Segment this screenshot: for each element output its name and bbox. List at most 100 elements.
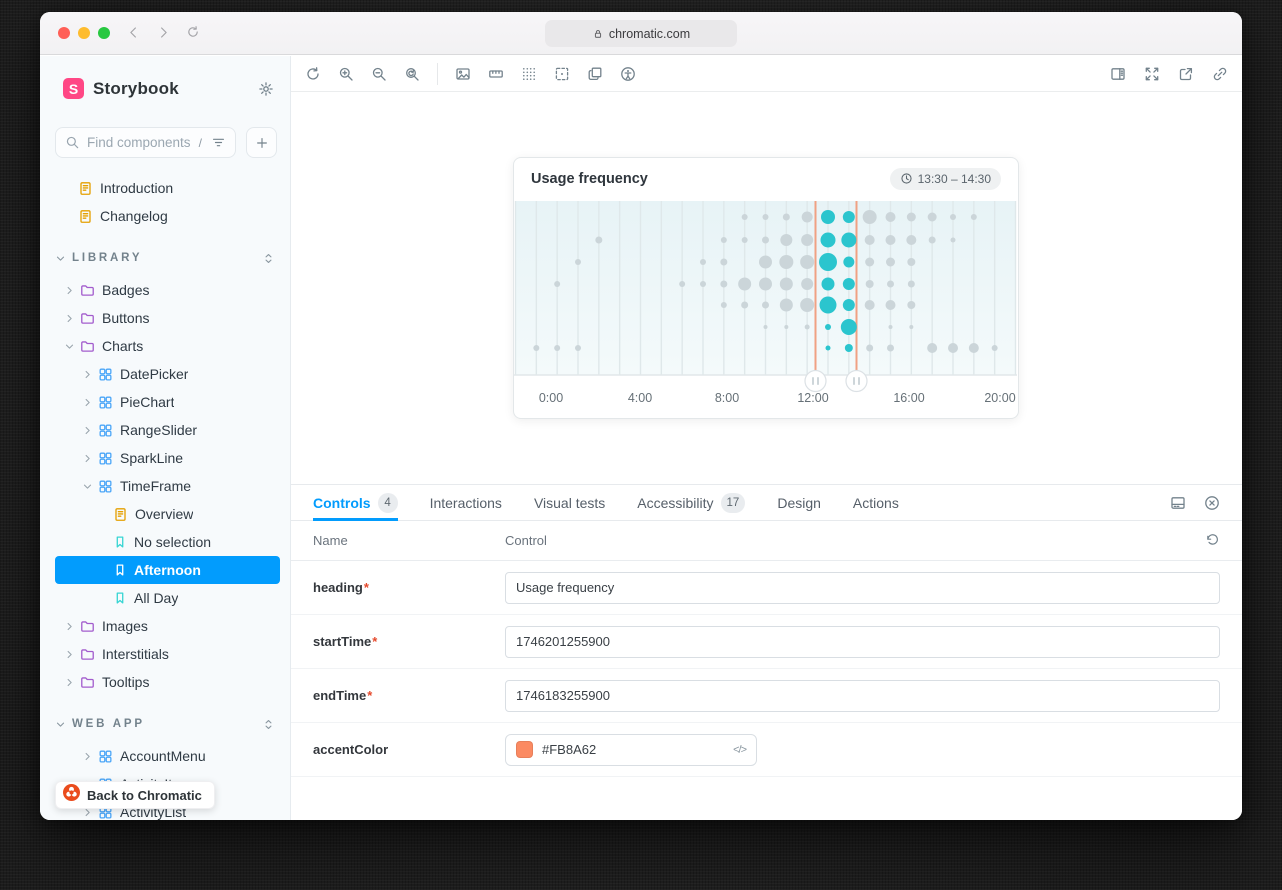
- usage-dot: [971, 214, 977, 220]
- backgrounds-button[interactable]: [455, 66, 471, 82]
- zoom-window-button[interactable]: [98, 27, 110, 39]
- color-space-toggle-icon[interactable]: </>: [733, 744, 746, 756]
- usage-frequency-chart[interactable]: 0:004:008:0012:0016:0020:00: [514, 199, 1018, 419]
- link-button[interactable]: [1212, 66, 1228, 82]
- filter-icon[interactable]: [211, 135, 226, 150]
- folder-icon: [80, 675, 95, 690]
- gear-icon[interactable]: [258, 81, 274, 97]
- minimize-window-button[interactable]: [78, 27, 90, 39]
- zoom-in-button[interactable]: [338, 66, 354, 82]
- chevron-right-icon[interactable]: [62, 677, 76, 688]
- chevron-right-icon[interactable]: [80, 453, 94, 464]
- usage-dot: [969, 343, 979, 353]
- range-slider-handle[interactable]: [846, 371, 867, 392]
- tab-visual-tests[interactable]: Visual tests: [534, 485, 605, 520]
- zoom-out-button[interactable]: [371, 66, 387, 82]
- panel-position-button[interactable]: [1170, 495, 1186, 511]
- search-input[interactable]: Find components /: [55, 127, 236, 158]
- close-window-button[interactable]: [58, 27, 70, 39]
- chevron-down-icon[interactable]: [80, 481, 94, 492]
- sidebar-item-sparkline[interactable]: SparkLine: [55, 444, 280, 472]
- sidebar-item-changelog[interactable]: Changelog: [55, 202, 280, 230]
- tab-accessibility[interactable]: Accessibility17: [637, 485, 745, 520]
- chevron-right-icon[interactable]: [80, 751, 94, 762]
- zoom-reset-button[interactable]: [404, 66, 420, 82]
- outline-button[interactable]: [554, 66, 570, 82]
- remount-button[interactable]: [305, 66, 321, 82]
- chevron-right-icon[interactable]: [62, 649, 76, 660]
- new-tab-button[interactable]: [1178, 66, 1194, 82]
- sidebar-item-images[interactable]: Images: [55, 612, 280, 640]
- chevron-right-icon[interactable]: [80, 425, 94, 436]
- sidebar-item-timeframe[interactable]: TimeFrame: [55, 472, 280, 500]
- endTime-input[interactable]: 1746183255900: [505, 680, 1220, 712]
- chevron-down-icon[interactable]: [62, 341, 76, 352]
- chevron-right-icon[interactable]: [80, 397, 94, 408]
- usage-dot: [909, 325, 913, 329]
- collapse-expand-icon[interactable]: [262, 718, 275, 731]
- sidebar: S Storybook Find components / Introducti…: [40, 56, 291, 820]
- tab-label: Visual tests: [534, 495, 605, 511]
- startTime-input[interactable]: 1746201255900: [505, 626, 1220, 658]
- sidebar-item-no-selection[interactable]: No selection: [55, 528, 280, 556]
- forward-icon[interactable]: [156, 25, 171, 40]
- tab-interactions[interactable]: Interactions: [430, 485, 502, 520]
- sidebar-section-web-app[interactable]: WEB APP: [55, 710, 280, 738]
- outline-icon: [554, 66, 570, 82]
- usage-dot: [929, 237, 936, 244]
- chevron-right-icon[interactable]: [80, 369, 94, 380]
- usage-dot: [951, 238, 956, 243]
- reload-icon[interactable]: [186, 25, 200, 40]
- addon-panel: Controls4 Interactions Visual tests Accessi…: [291, 484, 1242, 820]
- tab-design[interactable]: Design: [777, 485, 821, 520]
- usage-dot-selected: [845, 344, 853, 352]
- sidebar-item-rangeslider[interactable]: RangeSlider: [55, 416, 280, 444]
- create-story-button[interactable]: [246, 127, 277, 158]
- close-button[interactable]: [1204, 495, 1220, 511]
- fullscreen-button[interactable]: [1144, 66, 1160, 82]
- sidebar-item-label: TimeFrame: [120, 478, 191, 494]
- back-icon[interactable]: [126, 25, 141, 40]
- chevron-right-icon[interactable]: [62, 313, 76, 324]
- remount-icon: [305, 66, 321, 82]
- chevron-right-icon: [82, 425, 93, 436]
- sidebar-item-introduction[interactable]: Introduction: [55, 174, 280, 202]
- sidebar-item-buttons[interactable]: Buttons: [55, 304, 280, 332]
- chevron-right-icon[interactable]: [62, 285, 76, 296]
- sidebar-item-all-day[interactable]: All Day: [55, 584, 280, 612]
- sidebar-item-overview[interactable]: Overview: [55, 500, 280, 528]
- panel-button[interactable]: [1110, 66, 1126, 82]
- accentColor-color-input[interactable]: #FB8A62 </>: [505, 734, 757, 766]
- sidebar-item-afternoon[interactable]: Afternoon: [55, 556, 280, 584]
- color-swatch[interactable]: [516, 741, 533, 758]
- chevron-right-icon[interactable]: [62, 621, 76, 632]
- range-slider-handle[interactable]: [805, 371, 826, 392]
- heading-input[interactable]: Usage frequency: [505, 572, 1220, 604]
- sidebar-item-datepicker[interactable]: DatePicker: [55, 360, 280, 388]
- grid-button[interactable]: [521, 66, 537, 82]
- sidebar-item-interstitials[interactable]: Interstitials: [55, 640, 280, 668]
- sidebar-item-label: No selection: [134, 534, 211, 550]
- usage-dot: [780, 278, 793, 291]
- sidebar-item-label: All Day: [134, 590, 178, 606]
- back-to-chromatic-button[interactable]: Back to Chromatic: [55, 781, 215, 809]
- tab-actions[interactable]: Actions: [853, 485, 899, 520]
- accessibility-button[interactable]: [620, 66, 636, 82]
- color-value: #FB8A62: [542, 742, 724, 757]
- browser-nav: [126, 25, 200, 40]
- usage-dot: [866, 345, 873, 352]
- viewports-button[interactable]: [587, 66, 603, 82]
- sidebar-item-accountmenu[interactable]: AccountMenu: [55, 742, 280, 770]
- sidebar-item-label: Introduction: [100, 180, 173, 196]
- sidebar-item-badges[interactable]: Badges: [55, 276, 280, 304]
- reset-controls-icon[interactable]: [1205, 533, 1220, 548]
- usage-dot: [906, 235, 916, 245]
- sidebar-section-library[interactable]: LIBRARY: [55, 244, 280, 272]
- tab-controls[interactable]: Controls4: [313, 485, 398, 520]
- sidebar-item-charts[interactable]: Charts: [55, 332, 280, 360]
- sidebar-item-piechart[interactable]: PieChart: [55, 388, 280, 416]
- sidebar-item-tooltips[interactable]: Tooltips: [55, 668, 280, 696]
- measure-button[interactable]: [488, 66, 504, 82]
- address-bar[interactable]: chromatic.com: [545, 20, 737, 47]
- collapse-expand-icon[interactable]: [262, 252, 275, 265]
